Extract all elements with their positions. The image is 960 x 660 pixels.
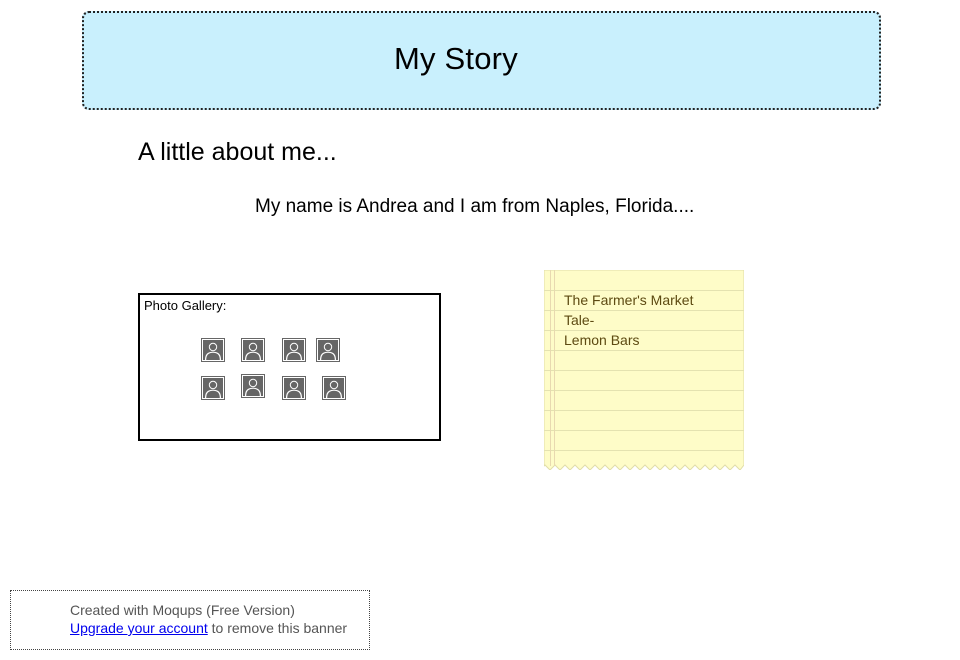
photo-placeholder-icon[interactable] xyxy=(316,338,340,362)
photo-gallery-label: Photo Gallery: xyxy=(144,298,227,313)
note-line: Lemon Bars xyxy=(564,332,640,348)
photo-placeholder-icon[interactable] xyxy=(241,338,265,362)
photo-gallery: Photo Gallery: xyxy=(138,293,441,441)
banner-created-text: Created with Moqups (Free Version) xyxy=(70,602,295,618)
upgrade-account-link[interactable]: Upgrade your account xyxy=(70,620,208,636)
banner-upgrade-line: Upgrade your account to remove this bann… xyxy=(70,620,347,636)
photo-placeholder-icon[interactable] xyxy=(282,376,306,400)
note-line: Tale- xyxy=(564,312,595,328)
photo-placeholder-icon[interactable] xyxy=(201,376,225,400)
photo-placeholder-icon[interactable] xyxy=(241,374,265,398)
banner-remove-text: to remove this banner xyxy=(207,620,348,636)
photo-placeholder-icon[interactable] xyxy=(282,338,306,362)
note-line: The Farmer's Market xyxy=(564,292,694,308)
photo-placeholder-icon[interactable] xyxy=(201,338,225,362)
story-header: My Story xyxy=(82,11,881,110)
moqups-banner: Created with Moqups (Free Version) Upgra… xyxy=(10,590,370,650)
photo-placeholder-icon[interactable] xyxy=(322,376,346,400)
about-heading: A little about me... xyxy=(138,138,337,166)
intro-text: My name is Andrea and I am from Naples, … xyxy=(255,196,695,217)
page-title: My Story xyxy=(394,41,518,76)
sticky-note: The Farmer's Market Tale- Lemon Bars xyxy=(544,270,744,470)
